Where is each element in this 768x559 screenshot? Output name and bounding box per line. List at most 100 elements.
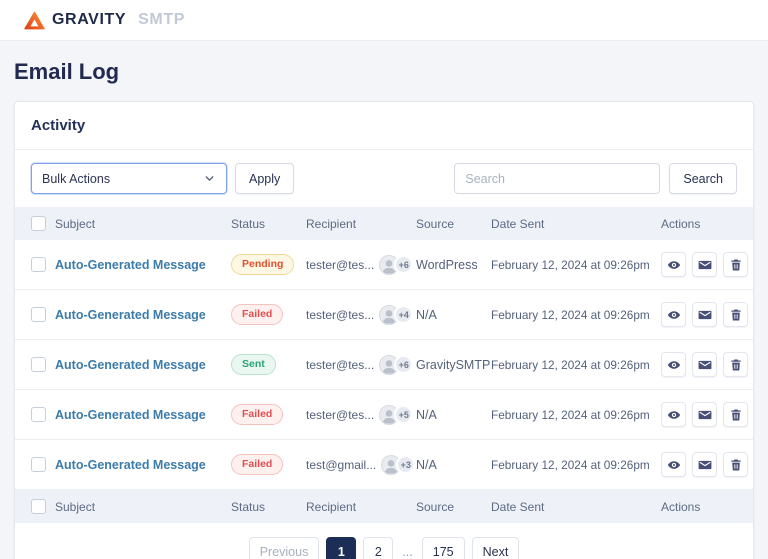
- delete-button[interactable]: [723, 452, 748, 477]
- row-checkbox[interactable]: [31, 307, 46, 322]
- delete-button[interactable]: [723, 252, 748, 277]
- eye-icon: [667, 308, 681, 322]
- trash-icon: [729, 458, 743, 472]
- card-title: Activity: [31, 117, 737, 134]
- trash-icon: [729, 308, 743, 322]
- column-header: Actions: [661, 500, 753, 514]
- date-sent-cell: February 12, 2024 at 09:26pm: [491, 258, 661, 272]
- search-button[interactable]: Search: [669, 163, 737, 194]
- eye-icon: [667, 258, 681, 272]
- column-header: Source: [416, 217, 491, 231]
- delete-button[interactable]: [723, 352, 748, 377]
- trash-icon: [729, 358, 743, 372]
- recipient-email: test@gmail...: [306, 458, 376, 472]
- email-log-page: Email Log Activity Bulk Actions Apply Se…: [0, 40, 768, 559]
- header-checkbox-cell: [15, 216, 55, 231]
- card-header: Activity: [15, 102, 753, 150]
- source-cell: N/A: [416, 458, 491, 472]
- date-sent-cell: February 12, 2024 at 09:26pm: [491, 358, 661, 372]
- row-checkbox-cell: [15, 257, 55, 272]
- brand-name: GRAVITY: [52, 11, 126, 29]
- row-checkbox[interactable]: [31, 357, 46, 372]
- status-badge: Sent: [231, 354, 276, 376]
- row-checkbox[interactable]: [31, 457, 46, 472]
- table-toolbar: Bulk Actions Apply Search: [15, 150, 753, 207]
- search-input[interactable]: [454, 163, 660, 194]
- row-checkbox[interactable]: [31, 407, 46, 422]
- top-bar: GRAVITY SMTP: [0, 0, 768, 40]
- envelope-icon: [698, 258, 712, 272]
- status-badge: Pending: [231, 254, 294, 276]
- resend-button[interactable]: [692, 302, 717, 327]
- page-button-175[interactable]: 175: [422, 537, 465, 559]
- bulk-actions-value: Bulk Actions: [42, 172, 110, 186]
- view-button[interactable]: [661, 452, 686, 477]
- select-all-checkbox-bottom[interactable]: [31, 499, 46, 514]
- brand-suffix: SMTP: [138, 11, 185, 29]
- delete-button[interactable]: [723, 402, 748, 427]
- status-badge: Failed: [231, 404, 283, 426]
- table-row: Auto-Generated Message Failed test@gmail..…: [15, 440, 753, 490]
- eye-icon: [667, 358, 681, 372]
- column-header: Subject: [55, 217, 231, 231]
- chevron-down-icon: [203, 172, 216, 185]
- row-checkbox-cell: [15, 357, 55, 372]
- view-button[interactable]: [661, 252, 686, 277]
- row-checkbox-cell: [15, 307, 55, 322]
- view-button[interactable]: [661, 302, 686, 327]
- envelope-icon: [698, 358, 712, 372]
- status-badge: Failed: [231, 454, 283, 476]
- recipient-cell: tester@tes...+5: [306, 405, 416, 425]
- gravity-smtp-logo: GRAVITY SMTP: [24, 11, 185, 30]
- resend-button[interactable]: [692, 452, 717, 477]
- recipient-email: tester@tes...: [306, 308, 374, 322]
- envelope-icon: [698, 308, 712, 322]
- eye-icon: [667, 408, 681, 422]
- date-sent-cell: February 12, 2024 at 09:26pm: [491, 308, 661, 322]
- row-checkbox[interactable]: [31, 257, 46, 272]
- pagination: Previous12...175Next: [15, 523, 753, 559]
- bulk-actions-select[interactable]: Bulk Actions: [31, 163, 227, 194]
- column-header: Actions: [661, 217, 753, 231]
- recipient-cell: tester@tes...+6: [306, 355, 416, 375]
- table-rows: Auto-Generated Message Pending tester@tes.…: [15, 240, 753, 490]
- page-title: Email Log: [14, 59, 754, 85]
- resend-button[interactable]: [692, 252, 717, 277]
- table-row: Auto-Generated Message Sent tester@tes...+…: [15, 340, 753, 390]
- row-actions: [661, 352, 753, 377]
- column-header: Recipient: [306, 500, 416, 514]
- column-header: Status: [231, 217, 306, 231]
- resend-button[interactable]: [692, 402, 717, 427]
- delete-button[interactable]: [723, 302, 748, 327]
- recipient-count-badge: +4: [394, 305, 413, 324]
- subject-link[interactable]: Auto-Generated Message: [55, 308, 206, 322]
- source-cell: GravitySMTP: [416, 358, 491, 372]
- view-button[interactable]: [661, 352, 686, 377]
- subject-link[interactable]: Auto-Generated Message: [55, 458, 206, 472]
- recipient-cell: test@gmail...+3: [306, 455, 416, 475]
- recipient-email: tester@tes...: [306, 258, 374, 272]
- date-sent-cell: February 12, 2024 at 09:26pm: [491, 458, 661, 472]
- view-button[interactable]: [661, 402, 686, 427]
- column-header: Status: [231, 500, 306, 514]
- next-page-button[interactable]: Next: [472, 537, 520, 559]
- subject-link[interactable]: Auto-Generated Message: [55, 358, 206, 372]
- recipient-count-badge: +6: [394, 255, 413, 274]
- source-cell: N/A: [416, 408, 491, 422]
- page-button-1[interactable]: 1: [326, 537, 356, 559]
- subject-link[interactable]: Auto-Generated Message: [55, 408, 206, 422]
- apply-button[interactable]: Apply: [235, 163, 294, 194]
- email-log-table: SubjectStatusRecipientSourceDate SentAct…: [15, 207, 753, 559]
- resend-button[interactable]: [692, 352, 717, 377]
- previous-page-button: Previous: [249, 537, 320, 559]
- row-checkbox-cell: [15, 457, 55, 472]
- page-button-2[interactable]: 2: [363, 537, 393, 559]
- gravity-triangle-icon: [24, 11, 45, 30]
- subject-link[interactable]: Auto-Generated Message: [55, 258, 206, 272]
- column-header: Source: [416, 500, 491, 514]
- column-header: Date Sent: [491, 217, 661, 231]
- envelope-icon: [698, 408, 712, 422]
- select-all-checkbox-top[interactable]: [31, 216, 46, 231]
- header-checkbox-cell: [15, 499, 55, 514]
- row-actions: [661, 402, 753, 427]
